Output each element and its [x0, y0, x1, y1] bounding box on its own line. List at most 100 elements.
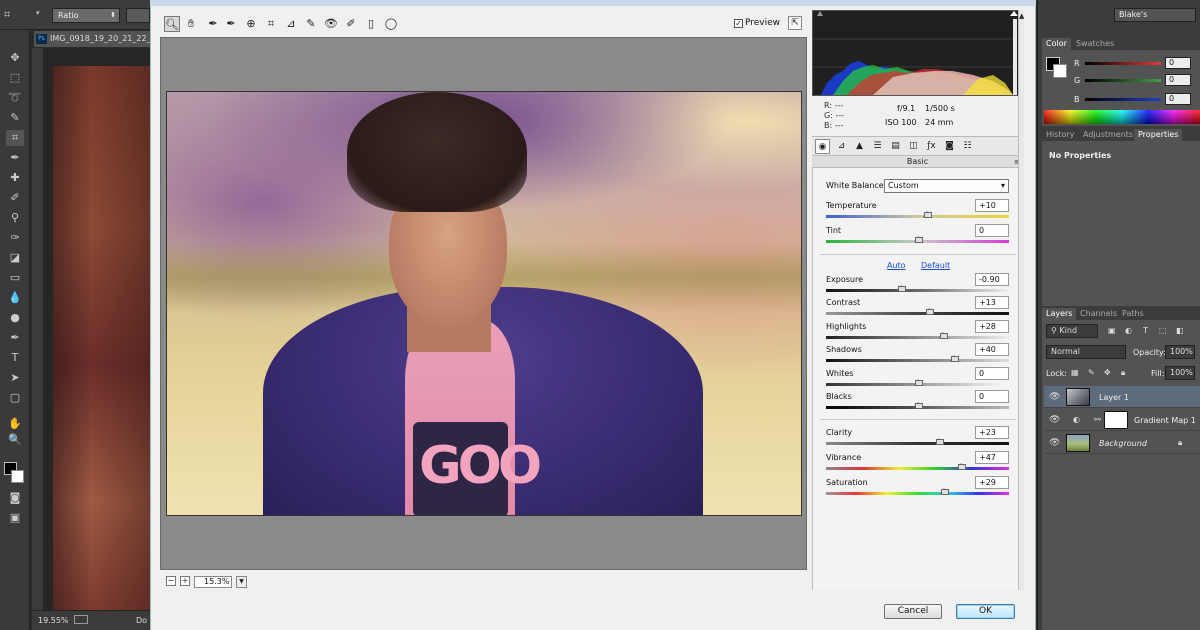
- saturation-value[interactable]: +29: [975, 476, 1009, 489]
- ratio-select[interactable]: Ratio: [52, 8, 120, 23]
- tab-paths[interactable]: Paths: [1118, 308, 1148, 320]
- split-toning-tab-icon[interactable]: ▤: [888, 139, 903, 154]
- filter-pixel-icon[interactable]: ▣: [1108, 326, 1116, 335]
- layer-name[interactable]: Layer 1: [1099, 393, 1129, 402]
- background-color-swatch[interactable]: [11, 470, 24, 483]
- preview-checkbox[interactable]: ✓ Preview: [734, 18, 780, 28]
- eye-icon[interactable]: 👁︎: [1049, 415, 1060, 425]
- lens-corrections-tab-icon[interactable]: ◫: [906, 139, 921, 154]
- clarity-value[interactable]: +23: [975, 426, 1009, 439]
- spot-removal-tool-icon[interactable]: ✎: [303, 16, 319, 32]
- lock-all-icon[interactable]: 🔒︎: [1121, 368, 1125, 378]
- ratio-width-input[interactable]: [126, 8, 150, 23]
- ok-button[interactable]: OK: [956, 604, 1015, 619]
- camera-calibration-tab-icon[interactable]: ◙: [942, 139, 957, 154]
- hand-tool-icon[interactable]: ✋: [6, 416, 24, 432]
- vibrance-thumb[interactable]: [956, 463, 966, 470]
- vibrance-track[interactable]: [826, 467, 1009, 470]
- tone-curve-tab-icon[interactable]: ⊿: [834, 139, 849, 154]
- temperature-value[interactable]: +10: [975, 199, 1009, 212]
- eraser-tool-icon[interactable]: ◪: [6, 250, 24, 266]
- workspace-switcher[interactable]: Blake's: [1114, 8, 1196, 22]
- white-balance-select[interactable]: Custom: [884, 179, 1009, 193]
- clarity-thumb[interactable]: [934, 438, 944, 445]
- graduated-filter-icon[interactable]: ▯: [363, 16, 379, 32]
- channel-g-slider[interactable]: [1085, 79, 1161, 82]
- straighten-tool-icon[interactable]: ⊿: [283, 16, 299, 32]
- scroll-up-icon[interactable]: ▲: [1019, 12, 1024, 20]
- eyedropper-tool-icon[interactable]: ✒: [6, 150, 24, 166]
- type-tool-icon[interactable]: T: [6, 350, 24, 366]
- lasso-tool-icon[interactable]: ➰: [6, 90, 24, 106]
- zoom-tool-icon[interactable]: 🔍: [6, 432, 24, 448]
- highlights-thumb[interactable]: [939, 332, 949, 339]
- history-brush-tool-icon[interactable]: ✑: [6, 230, 24, 246]
- channel-r-value[interactable]: 0: [1165, 57, 1191, 69]
- status-preview-icon[interactable]: [74, 615, 89, 624]
- blacks-value[interactable]: 0: [975, 390, 1009, 403]
- link-icon[interactable]: ⚯: [1094, 415, 1101, 424]
- tab-channels[interactable]: Channels: [1076, 308, 1121, 320]
- gradient-tool-icon[interactable]: ▭: [6, 270, 24, 286]
- dodge-tool-icon[interactable]: ●: [6, 310, 24, 326]
- adjustment-brush-icon[interactable]: ✐: [343, 16, 359, 32]
- lock-image-icon[interactable]: ✎: [1088, 368, 1095, 377]
- white-balance-tool-icon[interactable]: ✒: [205, 16, 221, 32]
- cancel-button[interactable]: Cancel: [884, 604, 942, 619]
- tool-preset-dropdown-icon[interactable]: ▾: [36, 9, 40, 17]
- pen-tool-icon[interactable]: ✒: [6, 330, 24, 346]
- zoom-dropdown-icon[interactable]: ▼: [236, 576, 247, 588]
- color-spectrum[interactable]: [1044, 110, 1200, 124]
- eye-icon[interactable]: 👁︎: [1049, 438, 1060, 448]
- red-eye-tool-icon[interactable]: 👁︎: [323, 16, 339, 32]
- status-doc-info[interactable]: Do: [136, 611, 147, 630]
- filter-adjustment-icon[interactable]: ◐: [1125, 326, 1132, 335]
- tab-adjustments[interactable]: Adjustments: [1079, 129, 1137, 141]
- layer-mask-thumbnail[interactable]: [1104, 411, 1128, 429]
- clone-stamp-tool-icon[interactable]: ⚲: [6, 210, 24, 226]
- zoom-tool-icon[interactable]: 🔍︎: [164, 16, 180, 32]
- default-link[interactable]: Default: [921, 261, 950, 270]
- highlights-value[interactable]: +28: [975, 320, 1009, 333]
- lock-position-icon[interactable]: ✥: [1104, 368, 1111, 377]
- brush-tool-icon[interactable]: ✐: [6, 190, 24, 206]
- crop-tool-icon[interactable]: ⌗: [4, 8, 10, 22]
- temperature-thumb[interactable]: [922, 211, 932, 218]
- auto-link[interactable]: Auto: [887, 261, 906, 270]
- preview-image[interactable]: GOO: [166, 91, 802, 516]
- status-zoom[interactable]: 19.55%: [38, 616, 69, 625]
- effects-tab-icon[interactable]: ƒx: [924, 139, 939, 154]
- shadows-value[interactable]: +40: [975, 343, 1009, 356]
- path-selection-tool-icon[interactable]: ➤: [6, 370, 24, 386]
- basic-tab-icon[interactable]: ◉: [815, 139, 830, 154]
- document-canvas[interactable]: [45, 48, 150, 610]
- tab-layers[interactable]: Layers: [1042, 308, 1077, 320]
- fullscreen-toggle-icon[interactable]: ⇱: [788, 16, 802, 30]
- preview-check-icon[interactable]: ✓: [734, 19, 743, 28]
- tab-color[interactable]: Color: [1042, 38, 1071, 50]
- filter-shape-icon[interactable]: ⬚: [1159, 326, 1167, 335]
- presets-tab-icon[interactable]: ☷: [960, 139, 975, 154]
- eye-icon[interactable]: 👁︎: [1049, 392, 1060, 402]
- layer-name[interactable]: Gradient Map 1: [1134, 416, 1196, 425]
- channel-r-slider[interactable]: [1085, 62, 1161, 65]
- zoom-level-field[interactable]: 15.3%: [194, 576, 232, 588]
- shadows-thumb[interactable]: [950, 355, 960, 362]
- dialog-title-bar[interactable]: [150, 0, 1036, 6]
- contrast-value[interactable]: +13: [975, 296, 1009, 309]
- marquee-tool-icon[interactable]: ⬚: [6, 70, 24, 86]
- channel-b-slider[interactable]: [1085, 98, 1161, 101]
- zoom-out-button[interactable]: −: [166, 576, 176, 586]
- panel-scrollbar[interactable]: ▲: [1018, 10, 1024, 590]
- saturation-thumb[interactable]: [940, 488, 950, 495]
- healing-brush-tool-icon[interactable]: ✚: [6, 170, 24, 186]
- move-tool-icon[interactable]: ✥: [6, 50, 24, 66]
- filter-type-icon[interactable]: T: [1143, 326, 1148, 335]
- contrast-track[interactable]: [826, 312, 1009, 315]
- saturation-track[interactable]: [826, 492, 1009, 495]
- detail-tab-icon[interactable]: ▲: [852, 139, 867, 154]
- exposure-track[interactable]: [826, 289, 1009, 292]
- background-swatch[interactable]: [1053, 64, 1067, 78]
- tab-history[interactable]: History: [1042, 129, 1078, 141]
- exposure-thumb[interactable]: [897, 285, 907, 292]
